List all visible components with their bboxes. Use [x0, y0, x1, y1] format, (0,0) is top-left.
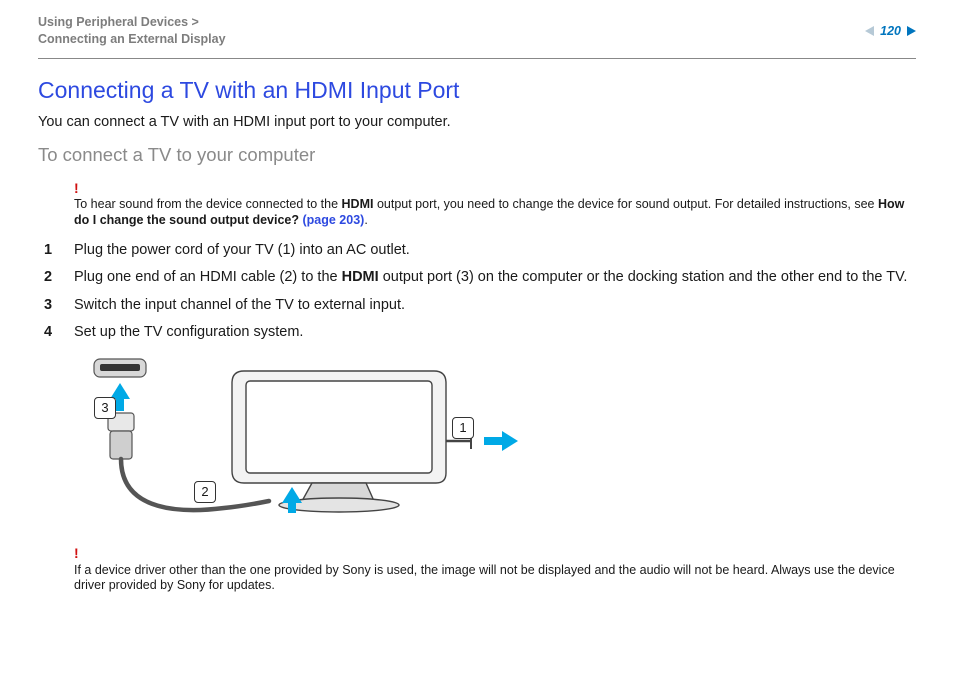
breadcrumb-line-2[interactable]: Connecting an External Display [38, 32, 226, 46]
step-1: Plug the power cord of your TV (1) into … [38, 241, 916, 261]
next-page-icon[interactable] [907, 26, 916, 36]
note-text: To hear sound from the device connected … [74, 197, 904, 227]
step-3: Switch the input channel of the TV to ex… [38, 296, 916, 316]
breadcrumb: Using Peripheral Devices > Connecting an… [38, 14, 226, 48]
page-header: Using Peripheral Devices > Connecting an… [0, 0, 954, 54]
callout-1: 1 [452, 417, 474, 439]
callout-3: 3 [94, 397, 116, 419]
page-title: Connecting a TV with an HDMI Input Port [38, 77, 916, 104]
breadcrumb-line-1[interactable]: Using Peripheral Devices > [38, 15, 199, 29]
step-2: Plug one end of an HDMI cable (2) to the… [38, 268, 916, 288]
prev-page-icon[interactable] [865, 26, 874, 36]
page-link-203[interactable]: (page 203) [302, 213, 364, 227]
callout-2: 2 [194, 481, 216, 503]
intro-paragraph: You can connect a TV with an HDMI input … [38, 114, 916, 130]
connection-diagram: 3 2 1 [74, 353, 534, 533]
section-subtitle: To connect a TV to your computer [38, 144, 916, 166]
arrow-right-outlet-icon [484, 431, 518, 451]
hdmi-plug-icon [108, 413, 134, 459]
warning-icon: ! [74, 180, 79, 196]
page-nav: 120 [865, 24, 916, 38]
note-top: ! To hear sound from the device connecte… [74, 180, 916, 229]
warning-icon: ! [74, 545, 79, 561]
note-bottom: ! If a device driver other than the one … [74, 545, 916, 594]
step-4: Set up the TV configuration system. [38, 323, 916, 343]
content-area: Connecting a TV with an HDMI Input Port … [0, 59, 954, 594]
tv-icon [232, 371, 446, 512]
note-bottom-text: If a device driver other than the one pr… [74, 563, 895, 593]
steps-list: Plug the power cord of your TV (1) into … [38, 241, 916, 343]
page-number: 120 [880, 24, 901, 38]
hdmi-port-icon [94, 359, 146, 377]
